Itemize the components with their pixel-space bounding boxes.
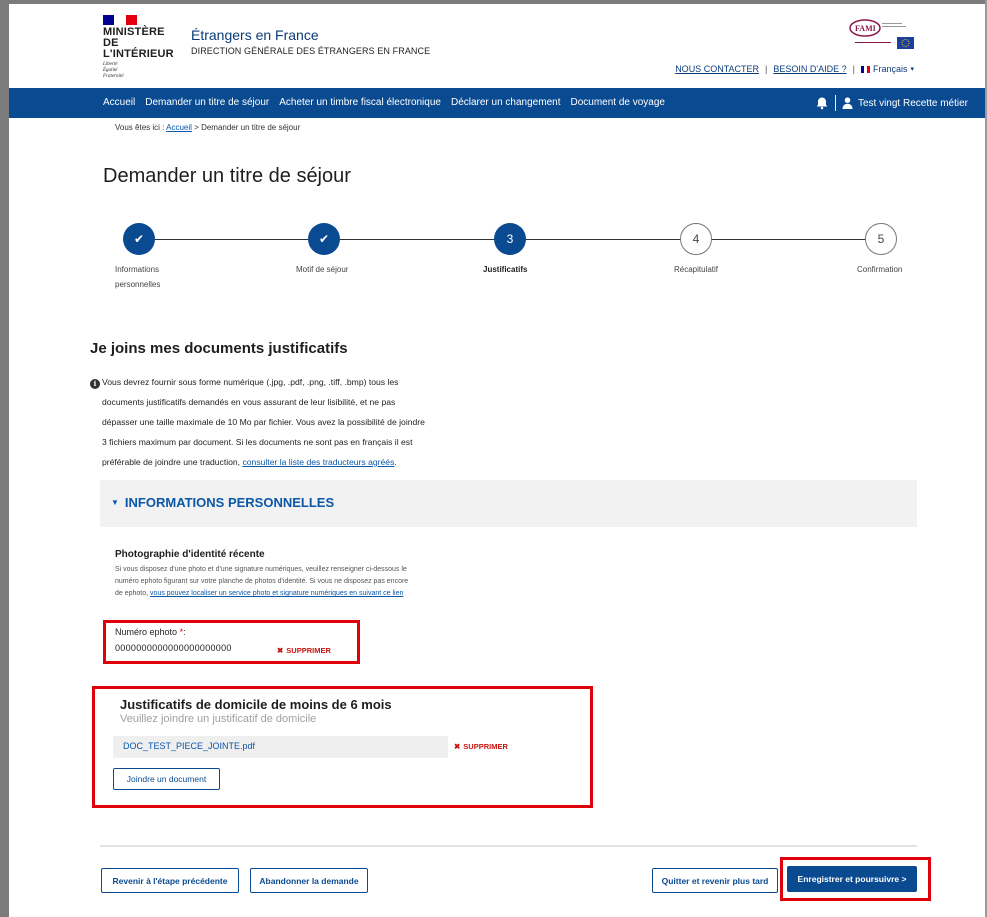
language-selector[interactable]: Français ▾ xyxy=(860,64,914,74)
domicile-title: Justificatifs de domicile de moins de 6 … xyxy=(120,697,392,712)
photo-service-link[interactable]: vous pouvez localiser un service photo e… xyxy=(150,590,403,597)
user-icon xyxy=(842,97,853,109)
fami-logo-text: FAMI xyxy=(855,24,876,33)
nav-menu: Accueil Demander un titre de séjour Ache… xyxy=(103,97,665,108)
step-1-circle: ✔ xyxy=(123,223,155,255)
nav-item-home[interactable]: Accueil xyxy=(103,97,135,108)
close-icon: ✖ xyxy=(277,646,284,655)
attached-file-row: DOC_TEST_PIECE_JOINTE.pdf xyxy=(113,736,448,758)
photo-title: Photographie d'identité récente xyxy=(115,549,265,560)
ministry-logo[interactable]: MINISTÈRE DE L'INTÉRIEUR Liberté Égalité… xyxy=(103,15,183,80)
personal-info-accordion[interactable]: ▼ INFORMATIONS PERSONNELLES xyxy=(100,480,917,527)
nav-divider xyxy=(834,95,836,111)
info-icon: i xyxy=(90,379,100,389)
step-2-label: Motif de séjour xyxy=(296,265,349,274)
caret-down-icon: ▾ xyxy=(910,66,914,73)
photo-description: Si vous disposez d'une photo et d'une si… xyxy=(115,566,409,597)
caret-down-icon: ▼ xyxy=(111,498,119,507)
window-left-border xyxy=(0,0,9,917)
domicile-subtitle: Veuillez joindre un justificatif de domi… xyxy=(120,713,317,725)
nav-item-declare-change[interactable]: Déclarer un changement xyxy=(451,97,561,108)
ephoto-value: 0000000000000000000000 xyxy=(115,643,232,653)
step-1-label: Informations personnelles xyxy=(115,265,161,289)
ministry-name: MINISTÈRE DE L'INTÉRIEUR xyxy=(103,26,174,60)
language-label: Français xyxy=(872,64,908,74)
step-3-circle: 3 xyxy=(494,223,526,255)
separator: | xyxy=(852,64,855,74)
attached-file-name[interactable]: DOC_TEST_PIECE_JOINTE.pdf xyxy=(123,741,255,751)
step-4-label: Récapitulatif xyxy=(674,265,719,274)
attach-document-button[interactable]: Joindre un document xyxy=(113,768,220,790)
user-name: Test vingt Recette métier xyxy=(857,97,968,109)
separator: | xyxy=(765,64,768,74)
translators-link[interactable]: consulter la liste des traducteurs agréé… xyxy=(242,457,394,467)
nav-item-travel-document[interactable]: Document de voyage xyxy=(570,97,665,108)
section-divider xyxy=(100,845,917,847)
accordion-title: INFORMATIONS PERSONNELLES xyxy=(124,495,335,510)
top-links: NOUS CONTACTER | BESOIN D'AIDE ? | Franç… xyxy=(675,64,914,74)
nav-user-area: Test vingt Recette métier xyxy=(815,95,968,111)
documents-info: i Vous devrez fournir sous forme numériqu… xyxy=(90,372,480,472)
user-menu[interactable]: Test vingt Recette métier xyxy=(842,97,968,109)
fami-eu-logo: FAMI xyxy=(849,19,914,49)
french-flag-icon xyxy=(103,15,137,25)
abandon-request-button[interactable]: Abandonner la demande xyxy=(250,868,368,893)
step-5-circle: 5 xyxy=(865,223,897,255)
quit-later-button[interactable]: Quitter et revenir plus tard xyxy=(652,868,778,893)
site-title[interactable]: Étrangers en France xyxy=(191,27,319,43)
main-navbar: Accueil Demander un titre de séjour Ache… xyxy=(9,88,985,118)
help-link[interactable]: BESOIN D'AIDE ? xyxy=(773,64,846,74)
save-continue-button[interactable]: Enregistrer et poursuivre > xyxy=(787,866,917,892)
step-3-label: Justificatifs xyxy=(483,265,528,274)
nav-item-tax-stamp[interactable]: Acheter un timbre fiscal électronique xyxy=(279,97,441,108)
republic-motto: Liberté Égalité Fraternité xyxy=(103,62,124,79)
step-2-circle: ✔ xyxy=(308,223,340,255)
breadcrumb-home-link[interactable]: Accueil xyxy=(166,123,192,132)
step-5-label: Confirmation xyxy=(857,265,903,274)
close-icon: ✖ xyxy=(454,742,461,751)
french-flag-icon xyxy=(860,65,870,73)
page-title: Demander un titre de séjour xyxy=(103,165,351,187)
breadcrumb-current: > Demander un titre de séjour xyxy=(194,123,301,132)
delete-file-button[interactable]: ✖ SUPPRIMER xyxy=(454,742,508,751)
ephoto-label: Numéro ephoto *: xyxy=(115,627,186,637)
window-top-border xyxy=(0,0,987,4)
documents-section-title: Je joins mes documents justificatifs xyxy=(90,340,348,357)
site-subtitle: DIRECTION GÉNÉRALE DES ÉTRANGERS EN FRAN… xyxy=(191,46,431,56)
bell-icon[interactable] xyxy=(815,96,829,110)
step-4-circle: 4 xyxy=(680,223,712,255)
contact-link[interactable]: NOUS CONTACTER xyxy=(675,64,759,74)
delete-ephoto-button[interactable]: ✖ SUPPRIMER xyxy=(277,646,331,655)
previous-step-button[interactable]: Revenir à l'étape précédente xyxy=(101,868,239,893)
nav-item-residence-permit[interactable]: Demander un titre de séjour xyxy=(145,97,269,108)
breadcrumb: Vous êtes ici : Accueil > Demander un ti… xyxy=(115,123,301,132)
